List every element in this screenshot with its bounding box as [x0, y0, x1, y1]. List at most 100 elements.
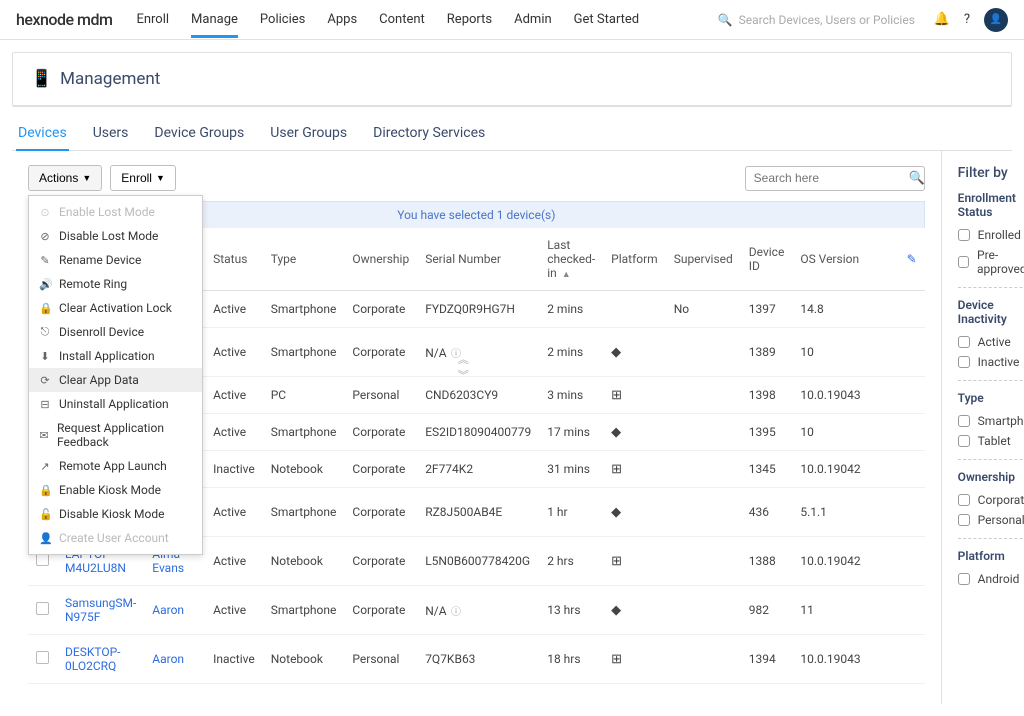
- info-icon[interactable]: ⓘ: [449, 607, 461, 618]
- filter-option-inactive[interactable]: Inactive: [958, 352, 1024, 372]
- platform-icon: ⊞: [603, 377, 666, 414]
- type-cell: Smartphone: [263, 291, 345, 328]
- checkbox[interactable]: [958, 336, 970, 348]
- col-last-checked-in[interactable]: Last checked-in ▲: [539, 228, 603, 291]
- serial-cell: N/A ⓘ: [417, 328, 539, 377]
- type-cell: Notebook: [263, 635, 345, 684]
- avatar[interactable]: 👤: [984, 8, 1008, 32]
- ownership-cell: Corporate: [344, 488, 417, 537]
- tab-users[interactable]: Users: [91, 117, 131, 150]
- checkbox[interactable]: [36, 651, 49, 664]
- action-request-application-feedback[interactable]: ✉Request Application Feedback: [29, 416, 202, 454]
- device-link[interactable]: SamsungSM-N975F: [65, 596, 136, 624]
- topnav-policies[interactable]: Policies: [260, 2, 305, 37]
- topnav-enroll[interactable]: Enroll: [136, 2, 169, 37]
- os-cell: 11: [792, 586, 868, 635]
- col-supervised[interactable]: Supervised: [666, 228, 741, 291]
- type-cell: Smartphone: [263, 488, 345, 537]
- table-search[interactable]: 🔍: [745, 166, 925, 191]
- filter-option-active[interactable]: Active: [958, 332, 1024, 352]
- supervised-cell: [666, 328, 741, 377]
- tab-device-groups[interactable]: Device Groups: [152, 117, 246, 150]
- filter-option-corporate[interactable]: Corporate: [958, 490, 1024, 510]
- topnav-apps[interactable]: Apps: [327, 2, 357, 37]
- ownership-cell: Corporate: [344, 291, 417, 328]
- action-icon: ⟳: [39, 374, 51, 387]
- topnav-admin[interactable]: Admin: [514, 2, 552, 37]
- os-cell: 14.8: [792, 291, 868, 328]
- col-serial-number[interactable]: Serial Number: [417, 228, 539, 291]
- action-disenroll-device[interactable]: ⎋Disenroll Device: [29, 320, 202, 344]
- actions-button[interactable]: Actions▼: [28, 165, 102, 191]
- col-os-version[interactable]: OS Version: [792, 228, 868, 291]
- checkbox[interactable]: [958, 514, 970, 526]
- lastcheck-cell: 1 hr: [539, 488, 603, 537]
- checkbox[interactable]: [958, 256, 969, 268]
- table-row[interactable]: SamsungSM-N975FAaronActiveSmartphoneCorp…: [28, 586, 925, 635]
- action-disable-lost-mode[interactable]: ⊘Disable Lost Mode: [29, 224, 202, 248]
- filter-option-tablet[interactable]: Tablet: [958, 431, 1024, 451]
- ownership-cell: Corporate: [344, 451, 417, 488]
- action-disable-kiosk-mode[interactable]: 🔓Disable Kiosk Mode: [29, 502, 202, 526]
- topnav-manage[interactable]: Manage: [191, 2, 238, 37]
- action-remote-ring[interactable]: 🔊Remote Ring: [29, 272, 202, 296]
- topnav-reports[interactable]: Reports: [447, 2, 492, 37]
- action-icon: 🔒: [39, 302, 51, 315]
- status-cell: Active: [205, 586, 263, 635]
- topnav-content[interactable]: Content: [379, 2, 425, 37]
- serial-cell: ES2ID18090400779: [417, 414, 539, 451]
- filter-group-type: Type: [958, 391, 1024, 405]
- tab-user-groups[interactable]: User Groups: [268, 117, 349, 150]
- device-link[interactable]: DESKTOP-0LO2CRQ: [65, 645, 121, 673]
- checkbox[interactable]: [958, 415, 970, 427]
- checkbox[interactable]: [958, 573, 970, 585]
- checkbox[interactable]: [958, 229, 970, 241]
- table-row[interactable]: DESKTOP-0LO2CRQAaronInactiveNotebookPers…: [28, 635, 925, 684]
- filter-option-enrolled[interactable]: Enrolled: [958, 225, 1024, 245]
- info-icon[interactable]: ⓘ: [449, 349, 461, 360]
- topnav-get-started[interactable]: Get Started: [574, 2, 639, 37]
- tab-directory-services[interactable]: Directory Services: [371, 117, 487, 150]
- filter-option-personal[interactable]: Personal: [958, 510, 1024, 530]
- action-uninstall-application[interactable]: ⊟Uninstall Application: [29, 392, 202, 416]
- filter-option-android[interactable]: Android: [958, 569, 1024, 589]
- supervised-cell: [666, 586, 741, 635]
- checkbox[interactable]: [958, 435, 970, 447]
- global-search[interactable]: 🔍 Search Devices, Users or Policies: [718, 13, 918, 27]
- deviceid-cell: 1394: [741, 635, 793, 684]
- search-input[interactable]: [754, 171, 909, 185]
- help-icon[interactable]: ?: [964, 12, 970, 27]
- action-rename-device[interactable]: ✎Rename Device: [29, 248, 202, 272]
- filter-option-pre-approved[interactable]: Pre-approved: [958, 245, 1024, 279]
- action-icon: ⬇: [39, 350, 51, 363]
- col-platform[interactable]: Platform: [603, 228, 666, 291]
- type-cell: Smartphone: [263, 414, 345, 451]
- os-cell: 10: [792, 328, 868, 377]
- action-clear-app-data[interactable]: ⟳Clear App Data: [29, 368, 202, 392]
- enroll-button[interactable]: Enroll▼: [110, 165, 176, 191]
- checkbox[interactable]: [958, 494, 970, 506]
- action-clear-activation-lock[interactable]: 🔒Clear Activation Lock: [29, 296, 202, 320]
- os-cell: 10.0.19043: [792, 635, 868, 684]
- serial-cell: L5N0B600778420G: [417, 537, 539, 586]
- bell-icon[interactable]: 🔔: [934, 12, 950, 27]
- user-link[interactable]: Aaron: [152, 652, 184, 666]
- serial-cell: 2F774K2: [417, 451, 539, 488]
- col-ownership[interactable]: Ownership: [344, 228, 417, 291]
- col-type[interactable]: Type: [263, 228, 345, 291]
- tab-devices[interactable]: Devices: [16, 117, 69, 151]
- col-status[interactable]: Status: [205, 228, 263, 291]
- checkbox[interactable]: [36, 602, 49, 615]
- checkbox[interactable]: [958, 356, 970, 368]
- filter-option-smartphone[interactable]: Smartphone: [958, 411, 1024, 431]
- action-enable-kiosk-mode[interactable]: 🔒Enable Kiosk Mode: [29, 478, 202, 502]
- action-icon: ✎: [39, 254, 51, 267]
- subtabs: Devices Users Device Groups User Groups Dire…: [12, 117, 1012, 151]
- user-link[interactable]: Aaron: [152, 603, 184, 617]
- action-remote-app-launch[interactable]: ↗Remote App Launch: [29, 454, 202, 478]
- edit-columns-icon[interactable]: ✎: [907, 252, 917, 266]
- action-install-application[interactable]: ⬇Install Application: [29, 344, 202, 368]
- col-device-id[interactable]: Device ID: [741, 228, 793, 291]
- platform-icon: ◆: [603, 328, 666, 377]
- serial-cell: FYDZQ0R9HG7H: [417, 291, 539, 328]
